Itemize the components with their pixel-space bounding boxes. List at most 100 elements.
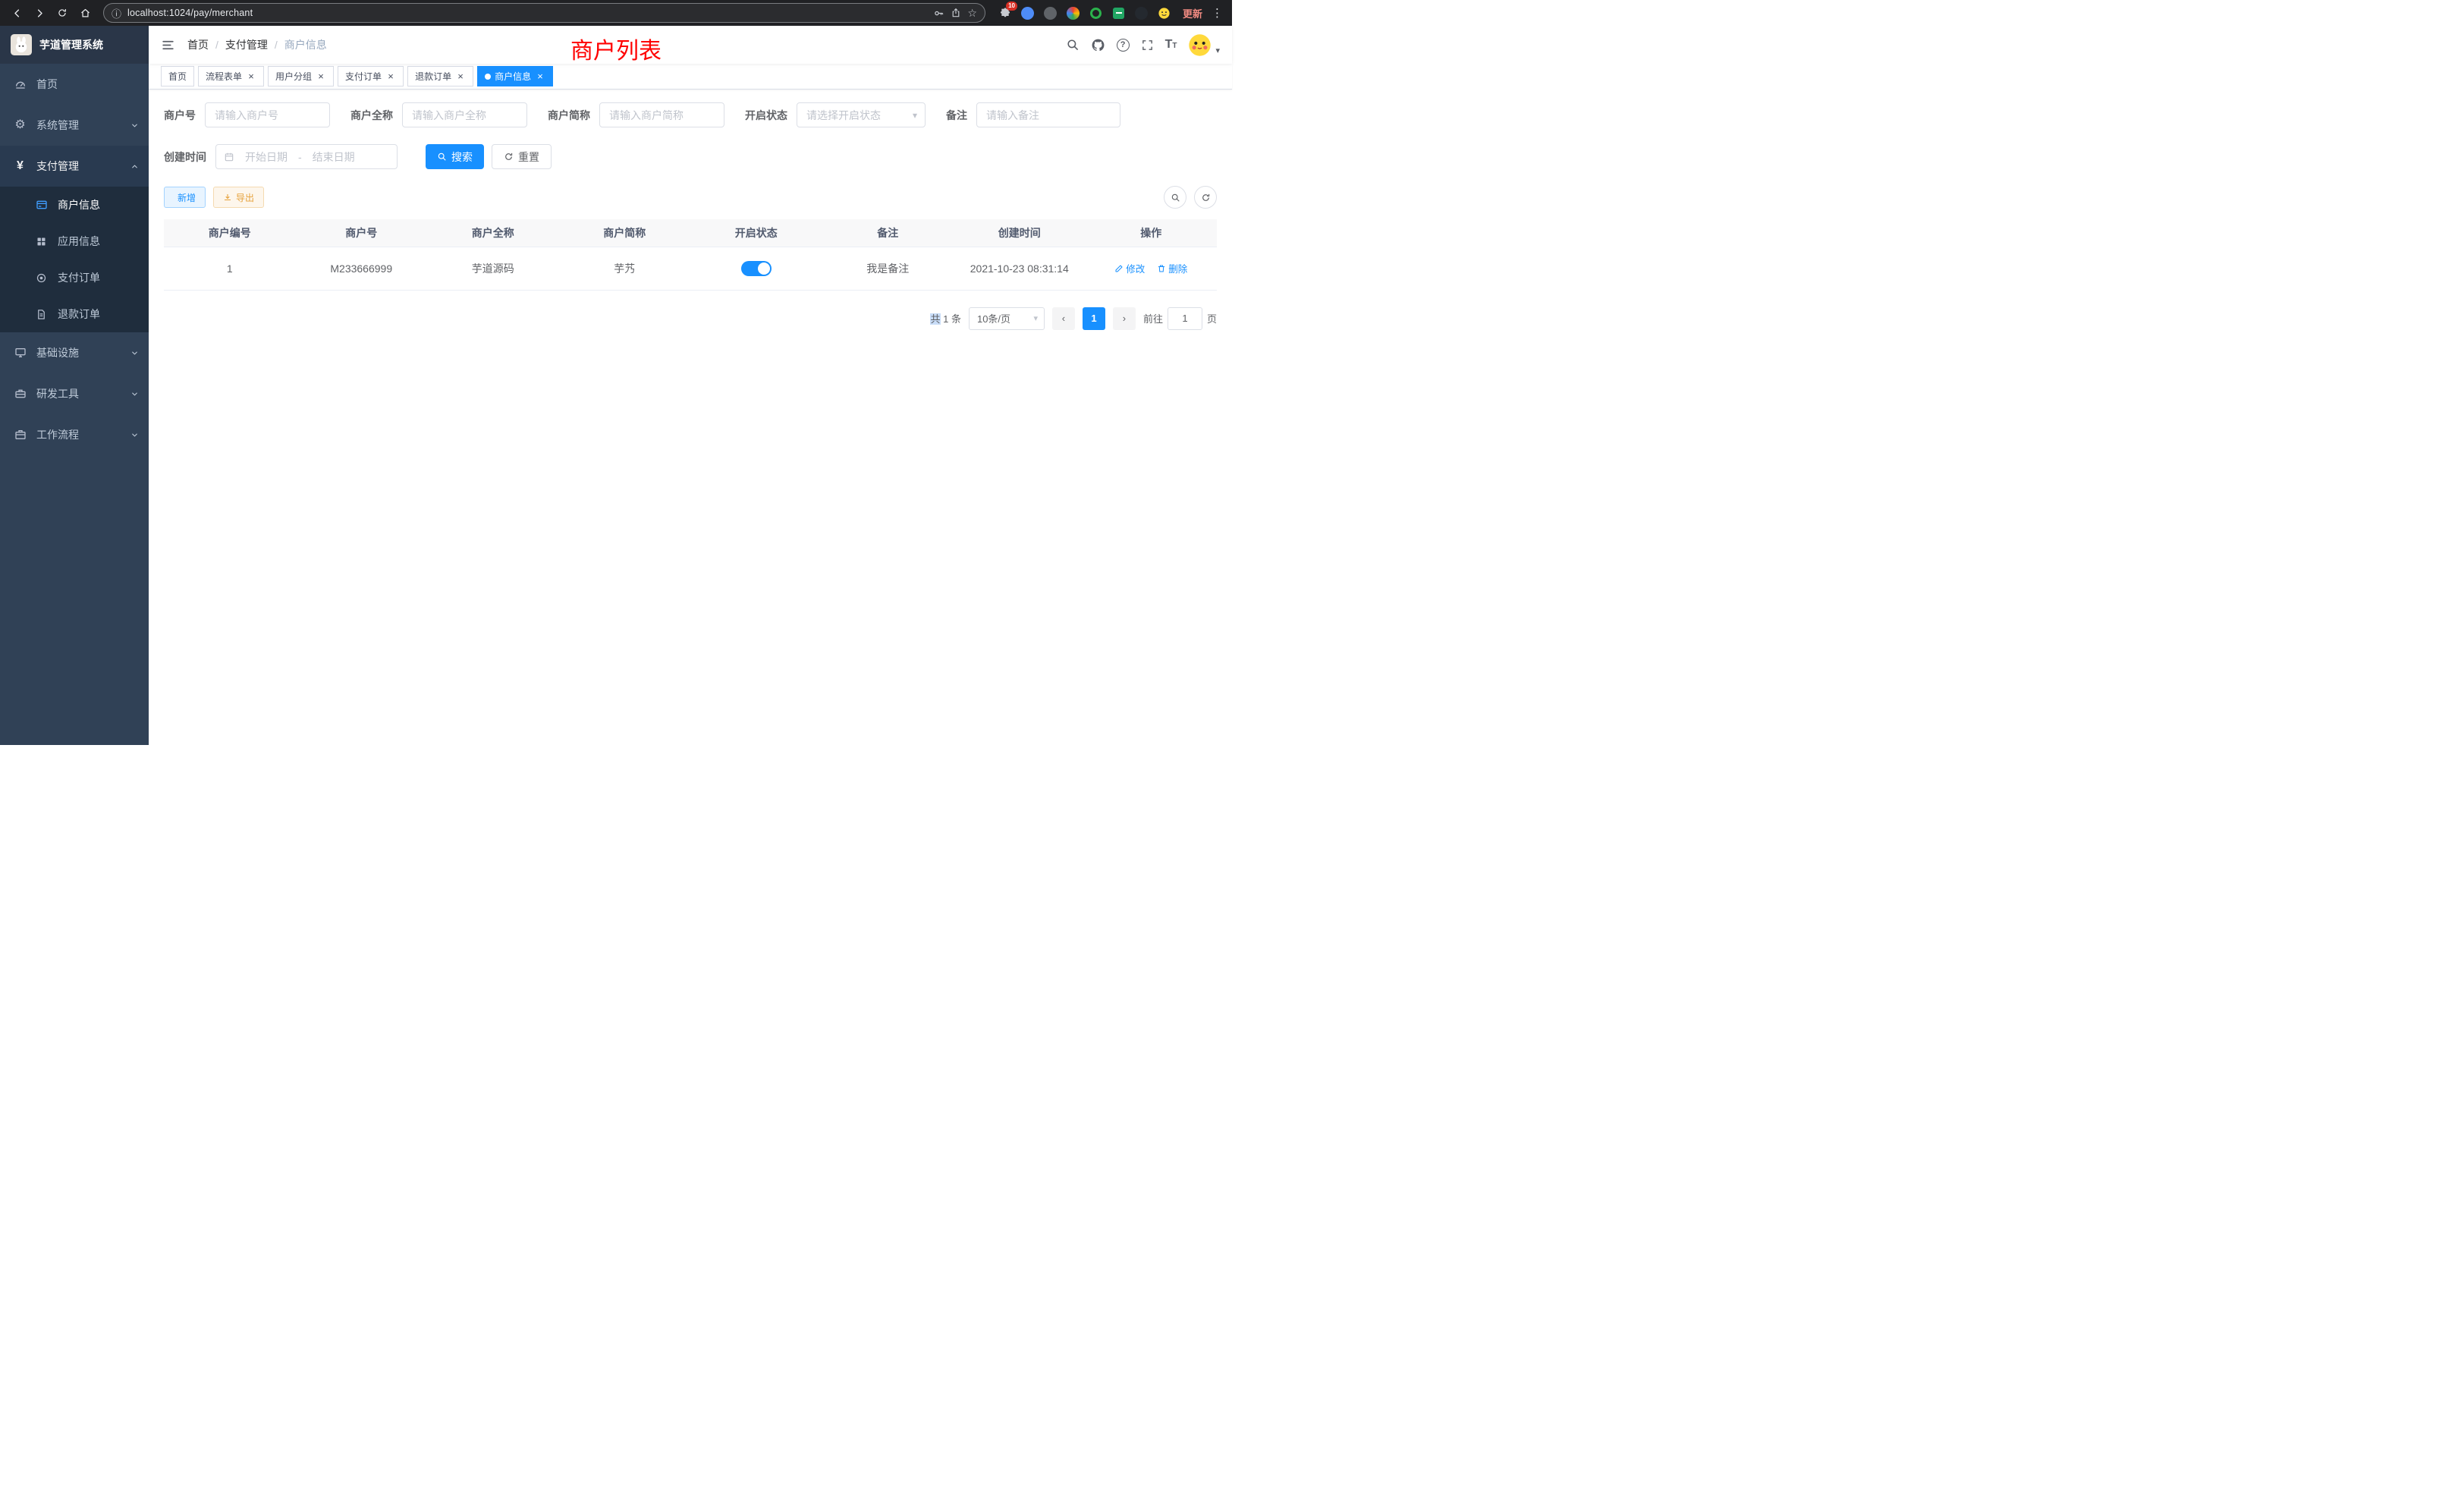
status-toggle[interactable] — [741, 261, 772, 276]
chevron-down-icon — [130, 121, 139, 130]
app-frame: 芋道管理系统 首页 ⚙ 系统管理 ¥ 支付管理 商户信息 — [0, 26, 1232, 745]
tab-pay-order[interactable]: 支付订单× — [338, 66, 404, 86]
sidebar-item-payment[interactable]: ¥ 支付管理 — [0, 146, 149, 187]
help-icon[interactable]: ? — [1117, 39, 1130, 52]
merchant-no-input[interactable] — [205, 102, 330, 127]
chevron-down-icon — [130, 431, 139, 439]
close-icon[interactable]: × — [455, 71, 466, 82]
merchant-short-label: 商户简称 — [548, 108, 590, 123]
sidebar-item-home[interactable]: 首页 — [0, 64, 149, 105]
add-button[interactable]: 新增 — [164, 187, 206, 208]
cell-merchant-name: 芋道源码 — [427, 247, 559, 290]
extension-green-ring-icon[interactable] — [1087, 4, 1105, 22]
chevron-down-icon: ▾ — [1033, 313, 1038, 323]
dashboard-icon — [14, 78, 27, 90]
page-content: 商户号 商户全称 商户简称 开启状态 请选择开启状态 ▾ — [149, 90, 1232, 330]
tags-view: 首页 流程表单× 用户分组× 支付订单× 退款订单× 商户信息× — [149, 64, 1232, 90]
chevron-down-icon[interactable]: ▾ — [1215, 46, 1220, 55]
col-merchant-id: 商户编号 — [164, 219, 296, 247]
annotation-merchant-list: 商户列表 — [570, 32, 662, 65]
end-date-input[interactable] — [305, 151, 363, 163]
logo[interactable]: 芋道管理系统 — [0, 26, 149, 64]
tab-user-group[interactable]: 用户分组× — [268, 66, 334, 86]
browser-home-button[interactable] — [74, 2, 96, 24]
browser-reload-button[interactable] — [52, 2, 73, 24]
tab-home[interactable]: 首页 — [161, 66, 194, 86]
status-select[interactable]: 请选择开启状态 ▾ — [797, 102, 926, 127]
next-page-button[interactable]: › — [1113, 307, 1136, 330]
toggle-search-button[interactable] — [1164, 186, 1186, 209]
chevron-down-icon: ▾ — [913, 110, 917, 121]
sidebar-item-workflow[interactable]: 工作流程 — [0, 414, 149, 455]
font-size-icon[interactable]: TT — [1165, 38, 1177, 52]
sidebar-item-refund-order[interactable]: 退款订单 — [0, 296, 149, 332]
bookmark-star-icon[interactable]: ☆ — [967, 7, 977, 20]
browser-menu-icon[interactable]: ⋮ — [1208, 6, 1226, 20]
pagination: 共 1 条 10条/页 ▾ ‹ 1 › 前往 页 — [164, 307, 1217, 330]
monitor-icon — [14, 347, 27, 359]
user-menu[interactable]: ▾ — [1188, 33, 1220, 57]
sidebar-item-merchant-info[interactable]: 商户信息 — [0, 187, 149, 223]
sidebar-item-pay-order[interactable]: 支付订单 — [0, 259, 149, 296]
extension-circle-icon[interactable] — [1042, 4, 1060, 22]
close-icon[interactable]: × — [316, 71, 326, 82]
extension-smiley-icon[interactable] — [1155, 4, 1174, 22]
extension-avatar-icon[interactable] — [1064, 4, 1083, 22]
sidebar-item-dev-tools[interactable]: 研发工具 — [0, 373, 149, 414]
share-icon[interactable] — [951, 8, 961, 18]
page-size-select[interactable]: 10条/页 ▾ — [969, 307, 1045, 330]
avatar[interactable] — [1188, 33, 1212, 57]
fullscreen-icon[interactable] — [1141, 39, 1154, 52]
browser-back-button[interactable] — [6, 2, 27, 24]
refund-doc-icon — [35, 309, 48, 320]
page-button-1[interactable]: 1 — [1083, 307, 1105, 330]
export-button[interactable]: 导出 — [213, 187, 264, 208]
breadcrumb-home[interactable]: 首页 — [187, 37, 209, 52]
breadcrumb-payment[interactable]: 支付管理 — [225, 37, 268, 52]
extension-dark-icon[interactable] — [1133, 4, 1151, 22]
github-icon[interactable] — [1091, 38, 1105, 52]
merchant-short-input[interactable] — [599, 102, 724, 127]
sidebar-item-system[interactable]: ⚙ 系统管理 — [0, 105, 149, 146]
start-date-input[interactable] — [237, 151, 295, 163]
col-actions: 操作 — [1086, 219, 1218, 247]
sidebar-toggle-icon[interactable] — [161, 38, 175, 52]
tab-refund-order[interactable]: 退款订单× — [407, 66, 473, 86]
merchant-name-input[interactable] — [402, 102, 527, 127]
edit-link[interactable]: 修改 — [1114, 261, 1145, 275]
calendar-icon — [224, 152, 234, 162]
col-merchant-name: 商户全称 — [427, 219, 559, 247]
tab-process-form[interactable]: 流程表单× — [198, 66, 264, 86]
url-text[interactable]: localhost:1024/pay/merchant — [127, 8, 253, 18]
close-icon[interactable]: × — [246, 71, 256, 82]
goto-page-input[interactable] — [1168, 307, 1202, 330]
address-bar[interactable]: ⓘ localhost:1024/pay/merchant ☆ — [103, 3, 985, 23]
delete-link[interactable]: 删除 — [1157, 261, 1187, 275]
sidebar-item-app-info[interactable]: 应用信息 — [0, 223, 149, 259]
browser-forward-button[interactable] — [29, 2, 50, 24]
close-icon[interactable]: × — [535, 71, 545, 82]
navbar: 首页 / 支付管理 / 商户信息 ? TT ▾ — [149, 26, 1232, 64]
cell-merchant-short: 芋艿 — [559, 247, 691, 290]
browser-update-button[interactable]: 更新 — [1178, 6, 1207, 20]
refresh-button[interactable] — [1194, 186, 1217, 209]
close-icon[interactable]: × — [385, 71, 396, 82]
filter-row-2: 创建时间 - 搜索 重置 — [164, 144, 1217, 169]
col-merchant-short: 商户简称 — [559, 219, 691, 247]
extension-drop-icon[interactable] — [1019, 4, 1037, 22]
extension-green-doc-icon[interactable] — [1110, 4, 1128, 22]
site-info-icon[interactable]: ⓘ — [112, 6, 121, 20]
sidebar-item-infrastructure[interactable]: 基础设施 — [0, 332, 149, 373]
reset-button[interactable]: 重置 — [492, 144, 552, 169]
remark-input[interactable] — [976, 102, 1120, 127]
search-button[interactable]: 搜索 — [426, 144, 484, 169]
chevron-up-icon — [130, 162, 139, 171]
status-label: 开启状态 — [745, 108, 787, 123]
extensions-cluster: 10 — [993, 4, 1177, 22]
extensions-puzzle-icon[interactable]: 10 — [996, 4, 1014, 22]
create-time-range[interactable]: - — [215, 144, 398, 169]
tab-merchant-info[interactable]: 商户信息× — [477, 66, 553, 86]
search-icon[interactable] — [1066, 38, 1080, 52]
prev-page-button[interactable]: ‹ — [1052, 307, 1075, 330]
password-key-icon[interactable] — [933, 8, 944, 19]
